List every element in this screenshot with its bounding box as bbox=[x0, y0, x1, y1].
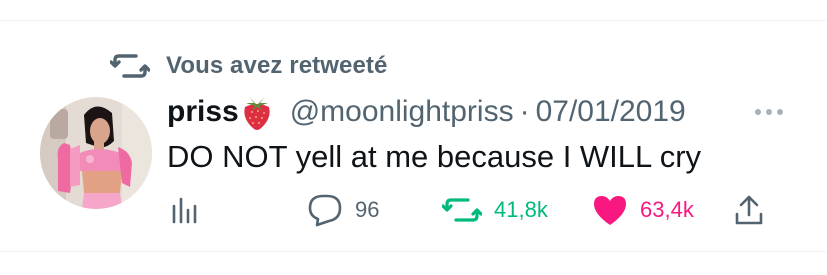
reply-count: 96 bbox=[355, 197, 380, 222]
more-icon bbox=[755, 109, 761, 115]
retweet-context-label: Vous avez retweeté bbox=[166, 52, 388, 79]
bottom-divider bbox=[0, 251, 827, 252]
analytics-button[interactable] bbox=[170, 190, 198, 230]
more-options-button[interactable] bbox=[749, 101, 789, 123]
analytics-icon bbox=[172, 197, 197, 224]
tweet-actions: 96 41,8k 63,4k bbox=[0, 190, 827, 230]
reply-button[interactable]: 96 bbox=[307, 190, 379, 230]
author-handle[interactable]: @moonlightpriss bbox=[290, 95, 514, 129]
reply-icon bbox=[308, 194, 342, 227]
top-divider bbox=[0, 20, 827, 21]
author-display-name[interactable]: priss bbox=[167, 95, 239, 129]
tweet-text: DO NOT yell at me because I WILL cry bbox=[167, 139, 702, 174]
retweet-icon bbox=[110, 54, 150, 78]
liked-heart-icon bbox=[594, 196, 626, 225]
tweet-header: priss @moonlightpriss · 07/01/2019 bbox=[167, 91, 686, 133]
share-button[interactable] bbox=[734, 190, 764, 230]
like-button[interactable]: 63,4k bbox=[592, 190, 694, 230]
share-icon bbox=[735, 195, 763, 225]
retweet-button[interactable]: 41,8k bbox=[442, 190, 548, 230]
like-count: 63,4k bbox=[640, 197, 694, 222]
strawberry-icon bbox=[244, 97, 270, 130]
retweeted-icon bbox=[442, 198, 482, 222]
tweet-date[interactable]: 07/01/2019 bbox=[536, 95, 686, 129]
retweet-context: Vous avez retweeté bbox=[110, 50, 387, 82]
header-separator: · bbox=[519, 95, 530, 128]
retweet-count: 41,8k bbox=[494, 197, 548, 222]
